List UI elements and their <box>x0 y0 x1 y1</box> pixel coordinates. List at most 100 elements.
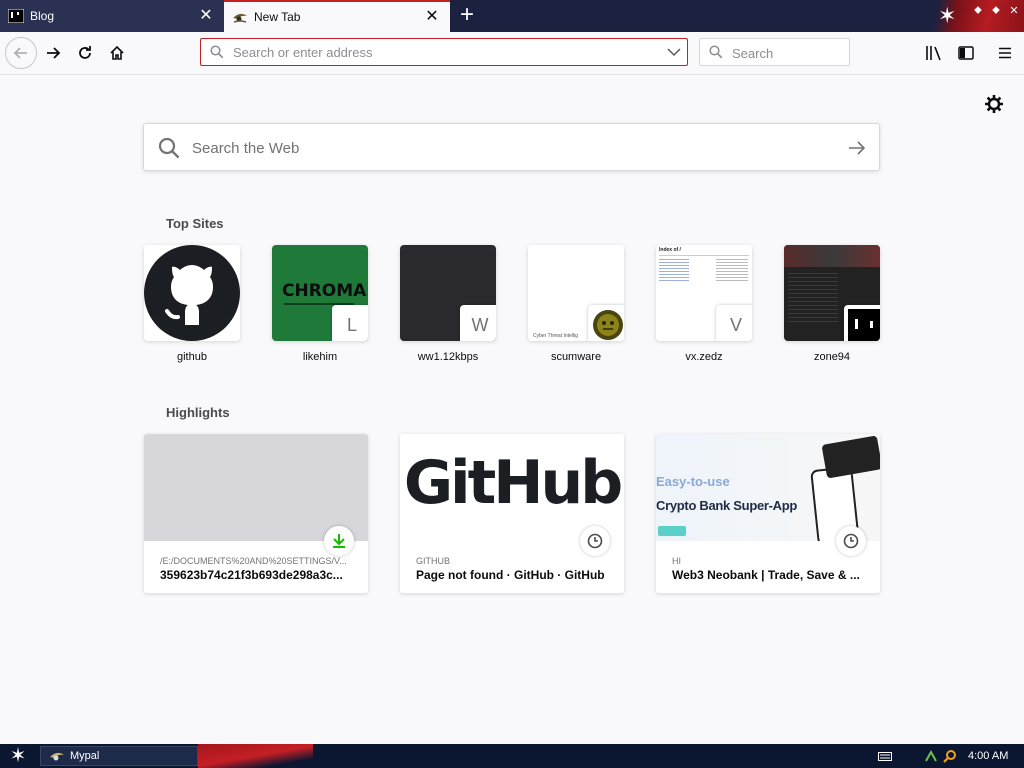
taskbar-banner <box>198 744 313 768</box>
top-site-tile[interactable]: Index of / V vx.zedz <box>656 245 752 363</box>
address-bar[interactable] <box>200 38 688 66</box>
history-badge <box>836 526 866 556</box>
menu-button[interactable] <box>991 39 1019 67</box>
highlights-heading: Highlights <box>166 405 230 420</box>
back-button[interactable] <box>5 37 37 69</box>
forward-button[interactable] <box>39 39 67 67</box>
site-label: ww1.12kbps <box>417 351 479 363</box>
highlight-image: GitHub <box>400 434 624 541</box>
highlight-title: Page not found · GitHub · GitHub <box>416 568 605 582</box>
site-favicon-badge <box>588 305 624 341</box>
zone94-logo-icon <box>848 309 880 341</box>
promo-text: Crypto Bank Super-App <box>656 498 798 513</box>
site-thumbnail: Index of / V <box>656 245 752 341</box>
new-tab-plus-icon[interactable]: + <box>454 3 480 29</box>
hamburger-menu-icon <box>999 47 1011 59</box>
github-wordmark: GitHub <box>403 448 623 518</box>
gear-icon[interactable] <box>984 94 1004 114</box>
site-thumbnail: Cyber Threat Intellig <box>528 245 624 341</box>
site-thumbnail: CHROMAK L <box>272 245 368 341</box>
clock-icon <box>843 533 859 549</box>
tab-blog[interactable]: Blog ✕ <box>0 0 224 32</box>
site-label: zone94 <box>813 351 851 363</box>
clock-icon <box>587 533 603 549</box>
highlight-card[interactable]: Easy-to-use Crypto Bank Super-App HI Web… <box>656 434 880 593</box>
network-tray-icon[interactable] <box>924 749 938 763</box>
minimize-icon[interactable]: ⬥ <box>970 4 986 17</box>
site-letter-badge: L <box>332 305 368 341</box>
address-input[interactable] <box>233 39 653 65</box>
site-letter-badge: W <box>460 305 496 341</box>
highlight-image <box>144 434 368 541</box>
arrow-right-icon[interactable] <box>848 140 866 156</box>
top-site-tile[interactable]: Cyber Threat Intellig scumware <box>528 245 624 363</box>
search-icon <box>210 45 224 59</box>
library-icon <box>926 46 941 61</box>
close-tab-icon[interactable]: ✕ <box>196 6 216 26</box>
navigation-toolbar: Search <box>0 32 1024 75</box>
site-thumbnail <box>144 245 240 341</box>
start-button[interactable]: ✶ <box>4 745 32 767</box>
site-favicon-badge <box>844 305 880 341</box>
taskbar: ✶ Mypal 4:00 AM <box>0 744 1024 768</box>
tab-strip: Blog ✕ New Tab ✕ + ✶ ⬥ ⬥ ✕ <box>0 0 1024 32</box>
keyboard-icon[interactable] <box>878 752 892 761</box>
highlight-context: GITHUB <box>416 556 451 566</box>
thumbnail-text: CHROMAK <box>282 281 368 301</box>
highlight-context: /E:/DOCUMENTS%20AND%20SETTINGS/V... <box>160 556 347 566</box>
sidebar-button[interactable] <box>952 39 980 67</box>
highlight-title: Web3 Neobank | Trade, Save & ... <box>672 568 860 582</box>
library-button[interactable] <box>920 39 948 67</box>
thumbnail-text: Index of / <box>659 247 681 253</box>
site-label: likehim <box>302 351 338 363</box>
site-letter-badge: V <box>716 305 752 341</box>
mypal-favicon-icon <box>233 13 247 23</box>
chevron-down-icon[interactable] <box>667 47 681 57</box>
site-label: github <box>177 351 207 363</box>
download-badge <box>324 526 354 556</box>
top-site-tile[interactable]: zone94 <box>784 245 880 363</box>
web-search-box[interactable]: Search the Web <box>143 123 880 171</box>
promo-text: Easy-to-use <box>656 474 730 489</box>
window-close-icon[interactable]: ✕ <box>1006 4 1022 17</box>
blog-favicon-icon <box>8 9 24 23</box>
github-logo-icon <box>144 245 240 341</box>
card-illustration <box>821 435 880 479</box>
maximize-icon[interactable]: ⬥ <box>988 4 1004 17</box>
close-tab-icon[interactable]: ✕ <box>422 7 442 27</box>
search-bar-placeholder: Search <box>732 46 774 61</box>
search-icon <box>158 137 180 159</box>
download-icon <box>333 534 345 548</box>
home-icon <box>110 45 124 60</box>
search-icon <box>709 45 723 59</box>
site-label: vx.zedz <box>685 351 723 363</box>
taskbar-window-mypal[interactable]: Mypal <box>40 746 198 766</box>
site-thumbnail: W <box>400 245 496 341</box>
reload-icon <box>79 46 91 59</box>
highlight-card[interactable]: GitHub GITHUB Page not found · GitHub · … <box>400 434 624 593</box>
clock: 4:00 AM <box>968 750 1009 762</box>
magnifier-tray-icon[interactable] <box>943 749 957 763</box>
highlight-image: Easy-to-use Crypto Bank Super-App <box>656 434 880 541</box>
scumware-logo-icon <box>593 310 623 340</box>
tab-new-tab[interactable]: New Tab ✕ <box>224 0 450 32</box>
highlight-card[interactable]: /E:/DOCUMENTS%20AND%20SETTINGS/V... 3596… <box>144 434 368 593</box>
forward-arrow-icon <box>47 47 61 59</box>
taskbar-window-label: Mypal <box>70 750 100 762</box>
site-label: scumware <box>550 351 602 363</box>
reload-button[interactable] <box>71 39 99 67</box>
top-sites-heading: Top Sites <box>166 216 224 231</box>
site-thumbnail <box>784 245 880 341</box>
web-search-placeholder: Search the Web <box>192 140 300 157</box>
top-site-tile[interactable]: github <box>144 245 240 363</box>
thumbnail-text: Cyber Threat Intellig <box>533 333 578 339</box>
tab-title: New Tab <box>254 10 301 24</box>
top-site-tile[interactable]: W ww1.12kbps <box>400 245 496 363</box>
search-bar[interactable]: Search <box>699 38 850 66</box>
history-badge <box>580 526 610 556</box>
home-button[interactable] <box>103 39 131 67</box>
highlight-context: HI <box>672 556 681 566</box>
mypal-app-icon <box>50 752 64 761</box>
top-site-tile[interactable]: CHROMAK L likehim <box>272 245 368 363</box>
tab-title: Blog <box>30 9 55 23</box>
